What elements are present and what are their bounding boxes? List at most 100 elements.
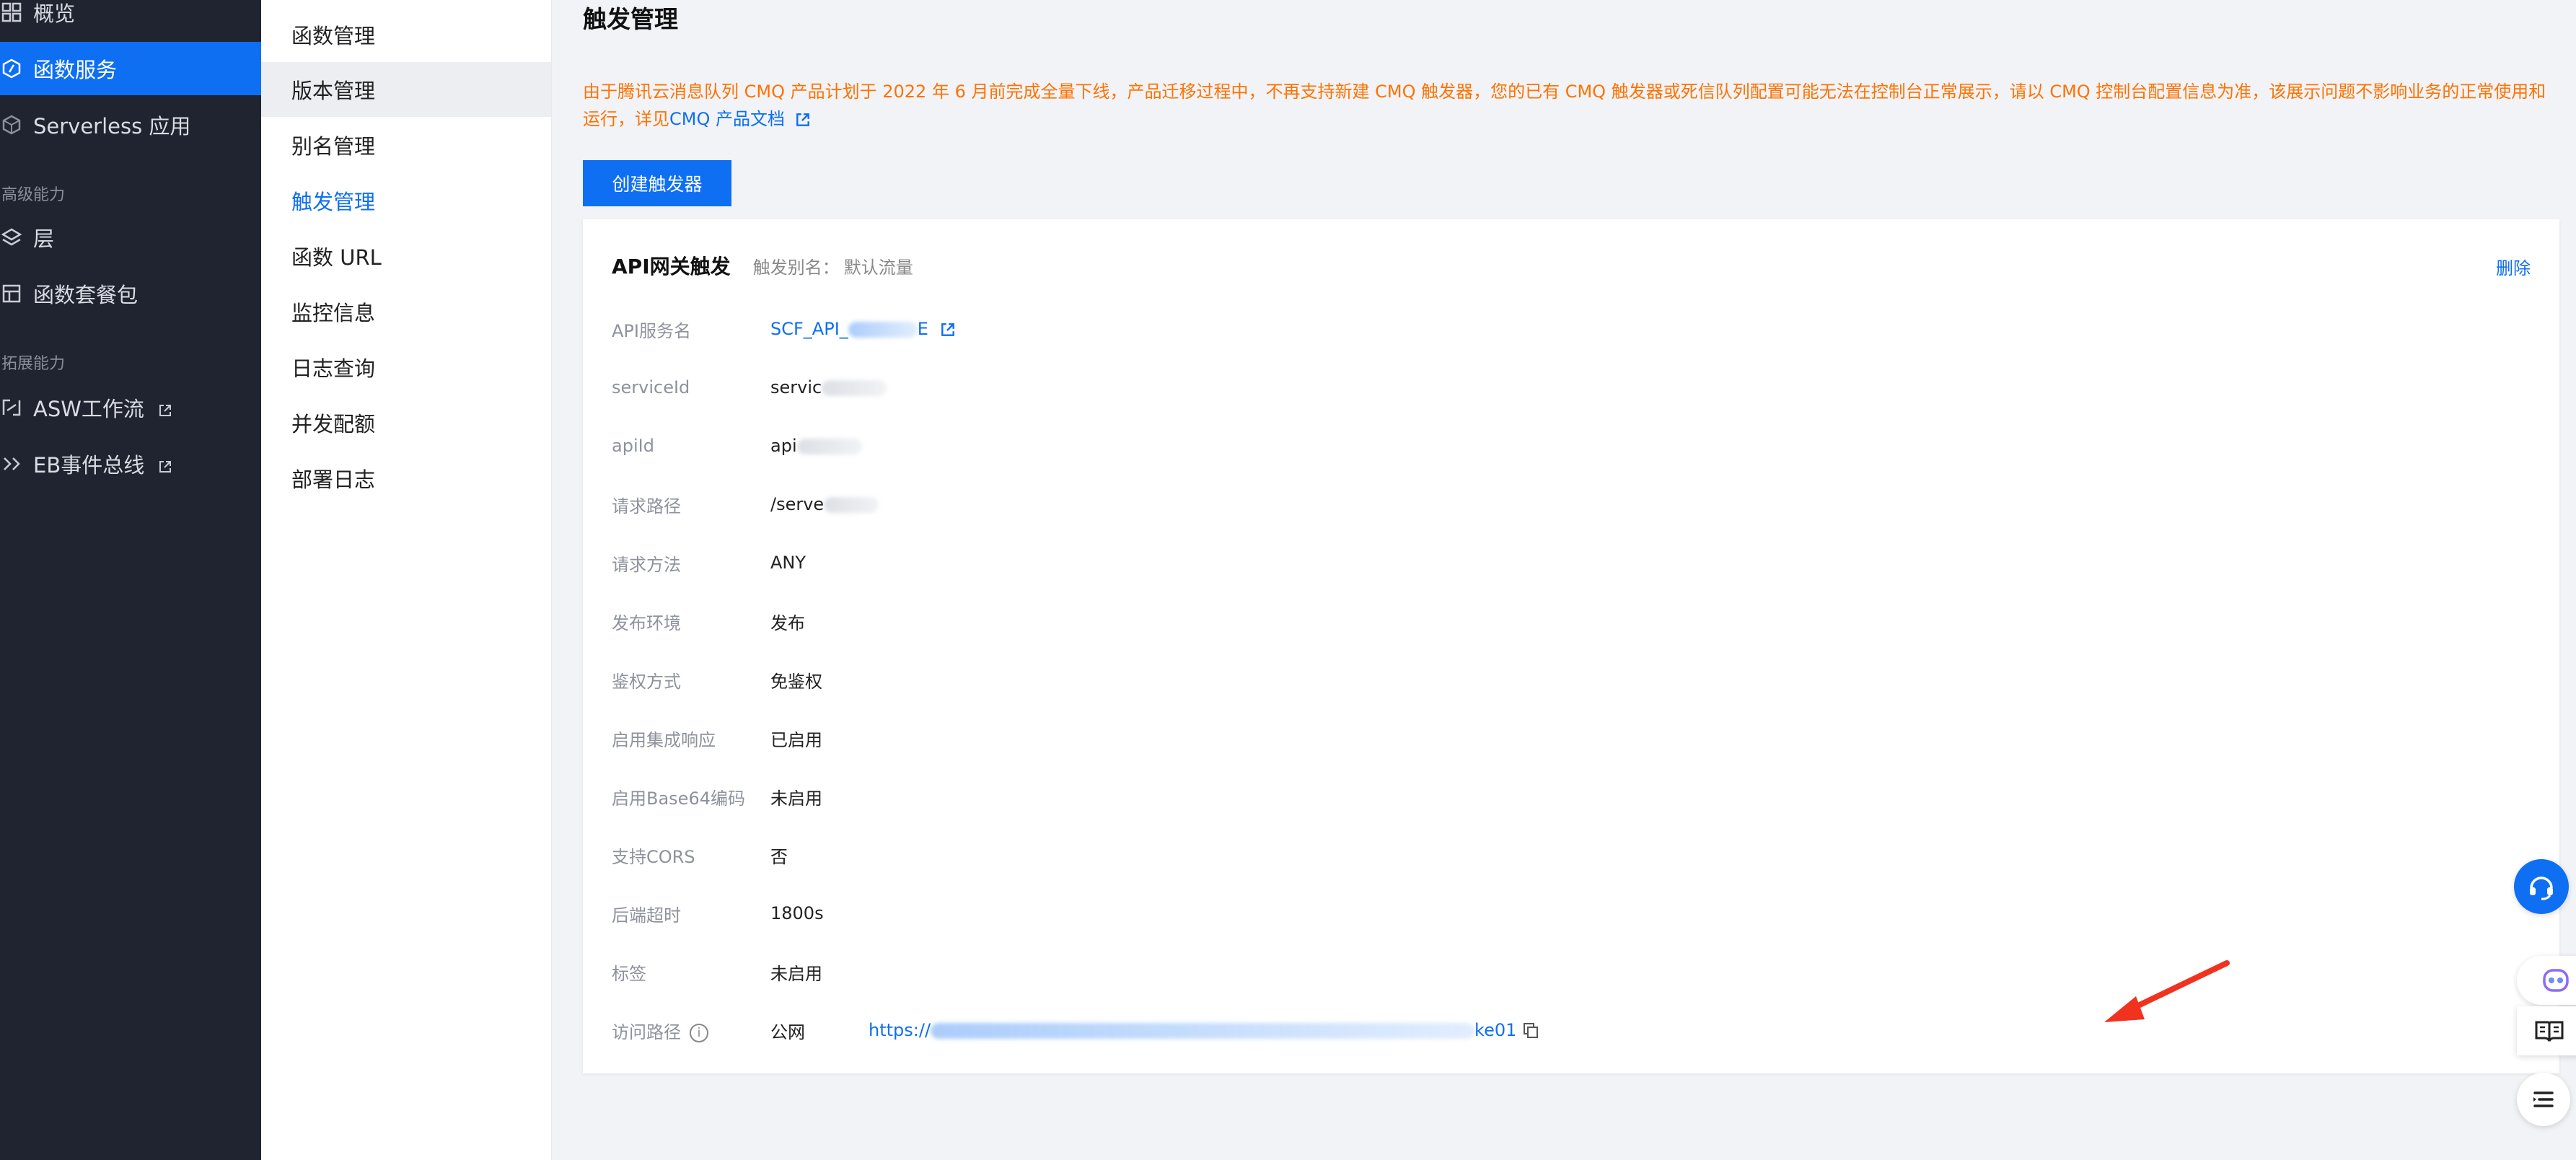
customer-support-button[interactable] — [2514, 859, 2569, 914]
field-label: 鉴权方式 — [612, 671, 681, 692]
cmq-doc-link[interactable]: CMQ 产品文档 — [669, 109, 785, 129]
row-backend-timeout: 后端超时 1800s — [612, 899, 824, 928]
sidebar-group-extended: 拓展能力 — [1, 355, 66, 373]
eventbus-icon — [4, 457, 20, 470]
field-value: 1800s — [770, 903, 824, 923]
notice-text: 由于腾讯云消息队列 CMQ 产品计划于 2022 年 6 月前完成全量下线，产品… — [583, 82, 2546, 129]
cmq-notice: 由于腾讯云消息队列 CMQ 产品计划于 2022 年 6 月前完成全量下线，产品… — [583, 78, 2559, 133]
row-cors: 支持CORS 否 — [612, 840, 788, 869]
row-publish-env: 发布环境 发布 — [612, 607, 805, 636]
sidebar-item-eventbus[interactable]: EB事件总线 — [0, 437, 261, 491]
access-network: 公网 — [770, 1021, 805, 1042]
submenu-item-function-url[interactable]: 函数 URL — [261, 229, 551, 284]
annotation-arrow-icon — [2104, 960, 2230, 1022]
sidebar-group-advanced: 高级能力 — [1, 186, 66, 204]
field-label: 请求路径 — [612, 496, 681, 517]
submenu-item-alias-management[interactable]: 别名管理 — [261, 118, 551, 172]
workflow-icon — [2, 399, 21, 416]
access-url-head: https:// — [869, 1020, 931, 1040]
field-label: 支持CORS — [612, 846, 695, 867]
row-api-id: apiId api — [612, 431, 862, 460]
row-access-path: 访问路径 i 公网 https:// ke01 — [612, 1016, 1539, 1045]
function-icon — [2, 58, 21, 79]
submenu-item-version-management[interactable]: 版本管理 — [261, 62, 551, 117]
redacted-text — [824, 497, 879, 513]
api-id-head: api — [770, 436, 797, 456]
row-service-id: serviceId servic — [612, 373, 887, 402]
sidebar-item-function-service[interactable]: 函数服务 — [0, 42, 261, 95]
field-value: servic — [770, 377, 887, 397]
access-url-tail: ke01 — [1474, 1020, 1517, 1040]
trigger-alias-value: 默认流量 — [843, 258, 913, 278]
delete-trigger-link[interactable]: 删除 — [2496, 254, 2531, 279]
main-sidebar: 概览 函数服务 Serverless 应用 高级能力 层 函数套餐包 拓展能力 — [0, 0, 261, 1160]
field-value: /serve — [770, 494, 879, 514]
sidebar-item-label: 概览 — [33, 1, 76, 26]
sidebar-item-text: ASW工作流 — [33, 397, 144, 421]
create-trigger-button[interactable]: 创建触发器 — [583, 160, 731, 206]
external-link-icon — [159, 461, 172, 473]
field-label: 启用Base64编码 — [612, 788, 745, 809]
list-icon — [2533, 1091, 2554, 1107]
field-label: API服务名 — [612, 320, 691, 341]
redacted-text — [848, 322, 918, 338]
sidebar-item-label: Serverless 应用 — [33, 114, 191, 139]
field-value: 否 — [770, 846, 788, 867]
package-icon — [2, 284, 21, 303]
row-request-path: 请求路径 /serve — [612, 490, 879, 519]
copy-icon[interactable] — [1522, 1021, 1539, 1039]
grid-icon — [1, 2, 22, 22]
submenu-item-function-management[interactable]: 函数管理 — [261, 7, 551, 62]
api-service-name-tail: E — [917, 319, 928, 339]
access-url-link[interactable]: https:// ke01 — [869, 1020, 1516, 1040]
trigger-card-header: API网关触发 触发别名： 默认流量 — [612, 251, 913, 280]
sidebar-item-label: EB事件总线 — [33, 449, 172, 479]
sidebar-item-overview[interactable]: 概览 — [0, 0, 261, 39]
info-icon[interactable]: i — [690, 1023, 708, 1042]
row-base64: 启用Base64编码 未启用 — [612, 782, 822, 811]
external-link-icon[interactable] — [795, 112, 811, 128]
sidebar-item-serverless-app[interactable]: Serverless 应用 — [0, 98, 261, 151]
function-submenu: 函数管理 版本管理 别名管理 触发管理 函数 URL 监控信息 日志查询 并发配… — [261, 0, 552, 1160]
submenu-item-deploy-logs[interactable]: 部署日志 — [261, 451, 551, 506]
trigger-alias-label: 触发别名： — [752, 258, 840, 278]
trigger-type-title: API网关触发 — [612, 255, 731, 278]
layers-icon — [1, 228, 22, 246]
field-value: 未启用 — [770, 963, 822, 984]
submenu-item-monitoring[interactable]: 监控信息 — [261, 284, 551, 339]
field-label: apiId — [612, 436, 654, 456]
field-value: ANY — [770, 553, 806, 573]
sidebar-item-asw-workflow[interactable]: ASW工作流 — [0, 381, 261, 434]
row-api-service-name: API服务名 SCF_API_ E — [612, 315, 956, 343]
field-label: 请求方法 — [612, 554, 681, 575]
submenu-item-trigger-management[interactable]: 触发管理 — [261, 173, 551, 228]
sidebar-item-label: 函数套餐包 — [33, 283, 139, 307]
field-label: 发布环境 — [612, 612, 681, 633]
trigger-card: API网关触发 触发别名： 默认流量 删除 API服务名 SCF_API_ E se… — [583, 219, 2559, 1073]
sidebar-item-label: 函数服务 — [33, 58, 118, 82]
sidebar-item-label: 层 — [33, 227, 55, 251]
menu-toggle-button[interactable] — [2517, 1073, 2570, 1126]
field-value: 已启用 — [770, 729, 822, 750]
cube-icon — [2, 115, 21, 135]
docs-button[interactable] — [2517, 1006, 2576, 1055]
submenu-item-log-query[interactable]: 日志查询 — [261, 340, 551, 395]
sidebar-item-label: ASW工作流 — [33, 392, 172, 423]
row-request-method: 请求方法 ANY — [612, 548, 806, 577]
redacted-text — [822, 380, 887, 396]
api-service-name-head: SCF_API_ — [770, 319, 848, 339]
field-value: 免鉴权 — [770, 671, 822, 692]
field-value: api — [770, 436, 862, 456]
page-title: 触发管理 — [583, 5, 678, 33]
ai-assistant-button[interactable] — [2517, 956, 2576, 1005]
field-label: 访问路径 i — [612, 1018, 770, 1043]
row-auth-method: 鉴权方式 免鉴权 — [612, 665, 822, 694]
request-path-head: /serve — [770, 494, 825, 514]
row-integrated-response: 启用集成响应 已启用 — [612, 724, 822, 752]
sidebar-item-package[interactable]: 函数套餐包 — [0, 267, 261, 320]
sidebar-item-layers[interactable]: 层 — [0, 211, 261, 264]
submenu-item-concurrency-quota[interactable]: 并发配额 — [261, 395, 551, 450]
api-service-link[interactable]: SCF_API_ E — [770, 319, 956, 339]
field-label: serviceId — [612, 377, 690, 397]
field-value: 未启用 — [770, 788, 822, 809]
